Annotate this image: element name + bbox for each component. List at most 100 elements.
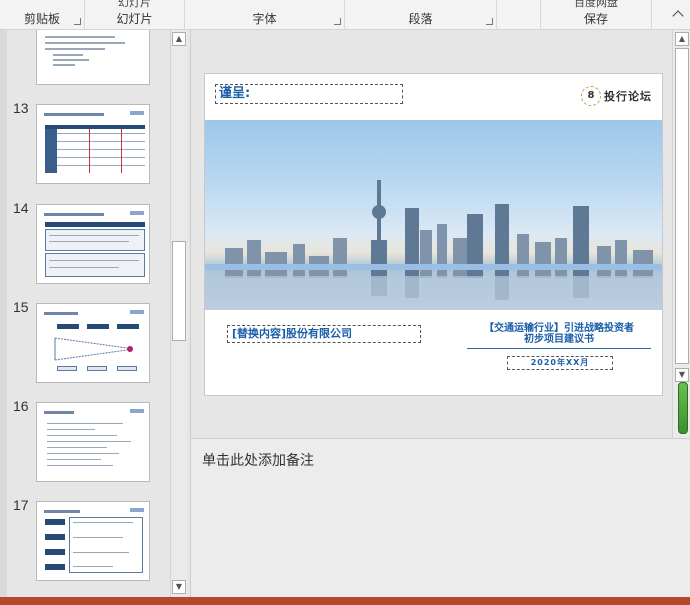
brand-logo: 8 投行论坛 (581, 86, 652, 106)
slide-thumbnails-pane[interactable]: 13 14 15 16 17 (7, 30, 170, 597)
thumbnails-scrollbar[interactable]: ▲ ▼ (170, 30, 187, 597)
thumbnail-text-line (47, 441, 131, 442)
ribbon-group-save: 百度网盘 保存 (540, 0, 652, 30)
thumbnail-title (44, 113, 104, 116)
ribbon-group-paragraph: 段落 (345, 0, 497, 30)
photo-bottom-band (205, 264, 662, 270)
thumbnail-table-row (45, 157, 145, 158)
notes-pane[interactable]: 单击此处添加备注 (190, 438, 690, 597)
slide-thumbnail-16[interactable] (36, 402, 150, 482)
thumbnail-text-line (73, 537, 123, 538)
thumbnail-box (117, 366, 137, 371)
project-title-line2: 初步项目建议书 (524, 334, 594, 345)
slide-number: 16 (13, 398, 29, 414)
thumbnail-box (45, 229, 145, 251)
thumbnail-header-bar (45, 222, 145, 227)
thumbnail-label-box (45, 519, 65, 525)
clipboard-launcher-icon[interactable] (74, 18, 81, 25)
collapse-ribbon-icon[interactable] (672, 10, 684, 22)
ribbon-group-slides: 幻灯片 幻灯片 (85, 0, 185, 30)
ribbon-group-label: 保存 (583, 12, 608, 26)
brand-mark-icon: 8 (581, 86, 601, 106)
ribbon-group-clipboard: 剪贴板 (0, 0, 85, 30)
thumbnail-logo (130, 409, 144, 413)
thumbnail-text-line (45, 42, 125, 44)
thumbnail-text-line (45, 36, 115, 38)
slide-number: 15 (13, 299, 29, 315)
slide-thumbnail-14[interactable] (36, 204, 150, 284)
thumbnail-logo (130, 111, 144, 115)
ribbon-group-label: 剪贴板 (23, 12, 60, 26)
thumbnail-text-line (47, 459, 101, 460)
thumbnail-text-line (47, 429, 95, 430)
thumbnail-title (44, 213, 104, 216)
notes-placeholder[interactable]: 单击此处添加备注 (202, 450, 314, 470)
thumbnail-table-col (45, 129, 57, 173)
font-launcher-icon[interactable] (334, 18, 341, 25)
slide-thumbnail-15[interactable] (36, 303, 150, 383)
salutation-textbox[interactable]: 谨呈: (215, 84, 403, 104)
thumbnail-text-line (47, 447, 107, 448)
thumbnail-text-line (49, 235, 139, 236)
slide-thumbnail-12[interactable] (36, 30, 150, 85)
thumbnail-text-line (47, 453, 119, 454)
thumbnail-label-box (45, 549, 65, 555)
date-textbox[interactable]: 2020年XX月 (507, 356, 613, 370)
slide-number: 14 (13, 200, 29, 216)
thumbnail-text-line (49, 241, 129, 242)
scrollbar-thumb[interactable] (675, 48, 689, 364)
thumbnail-title (44, 510, 80, 513)
thumbnail-title (44, 411, 74, 414)
baidu-netdisk-button[interactable]: 百度网盘 (541, 0, 651, 10)
paragraph-launcher-icon[interactable] (486, 18, 493, 25)
ribbon-group-label: 字体 (252, 12, 277, 26)
slide-thumbnail-13[interactable] (36, 104, 150, 184)
project-title[interactable]: 【交通运输行业】引进战略投资者 初步项目建议书 (467, 323, 651, 349)
city-skyline-photo[interactable] (205, 120, 662, 310)
new-slide-button[interactable]: 幻灯片 (85, 0, 184, 10)
thumbnail-table-row (45, 165, 145, 166)
thumbnail-text-line (45, 48, 105, 50)
thumbnail-logo (130, 211, 144, 215)
thumbnail-table-row (45, 141, 145, 142)
thumbnail-text-line (47, 423, 123, 424)
scrollbar-thumb[interactable] (172, 241, 186, 341)
slide-number: 13 (13, 100, 29, 116)
project-title-line1: 【交通运输行业】引进战略投资者 (484, 323, 634, 334)
current-slide[interactable]: 谨呈: 8 投行论坛 [替换内容]股份有限公司 【交通运输行业】引进战略投资者 … (204, 73, 663, 396)
left-edge-strip (0, 30, 7, 597)
thumbnail-table-header (45, 125, 145, 129)
thumbnail-label-box (45, 534, 65, 540)
thumbnail-logo (130, 508, 144, 512)
ribbon-group-label: 幻灯片 (116, 12, 153, 26)
zoom-handle-icon[interactable] (678, 382, 688, 434)
ribbon-group-font: 字体 (185, 0, 345, 30)
thumbnail-table-divider (89, 129, 90, 173)
scroll-down-arrow-icon[interactable]: ▼ (675, 368, 689, 382)
thumbnail-text-line (53, 54, 83, 56)
thumbnail-text-line (73, 552, 129, 553)
scroll-down-arrow-icon[interactable]: ▼ (172, 580, 186, 594)
thumbnail-box (57, 366, 77, 371)
editor-scrollbar[interactable]: ▲ ▼ (672, 30, 690, 438)
ribbon-group-label: 段落 (408, 12, 433, 26)
thumbnail-text-line (49, 260, 139, 261)
thumbnail-text-line (53, 59, 89, 61)
scroll-up-arrow-icon[interactable]: ▲ (675, 32, 689, 46)
powerpoint-window: 剪贴板 幻灯片 幻灯片 字体 段落 百度网盘 保存 13 14 15 16 17… (0, 0, 690, 605)
thumbnail-text-line (73, 522, 133, 523)
thumbnail-box (69, 517, 143, 573)
thumbnail-text-line (73, 566, 113, 567)
scroll-up-arrow-icon[interactable]: ▲ (172, 32, 186, 46)
thumbnail-box (87, 366, 107, 371)
brand-name: 投行论坛 (604, 90, 652, 103)
thumbnail-text-line (49, 267, 119, 268)
slide-editor[interactable]: 谨呈: 8 投行论坛 [替换内容]股份有限公司 【交通运输行业】引进战略投资者 … (190, 30, 672, 438)
thumbnail-label-box (45, 564, 65, 570)
company-textbox[interactable]: [替换内容]股份有限公司 (227, 325, 421, 343)
thumbnail-box (45, 253, 145, 277)
thumbnail-table-divider (121, 129, 122, 173)
thumbnail-text-line (53, 64, 75, 66)
slide-thumbnail-17[interactable] (36, 501, 150, 581)
ribbon: 剪贴板 幻灯片 幻灯片 字体 段落 百度网盘 保存 (0, 0, 690, 30)
